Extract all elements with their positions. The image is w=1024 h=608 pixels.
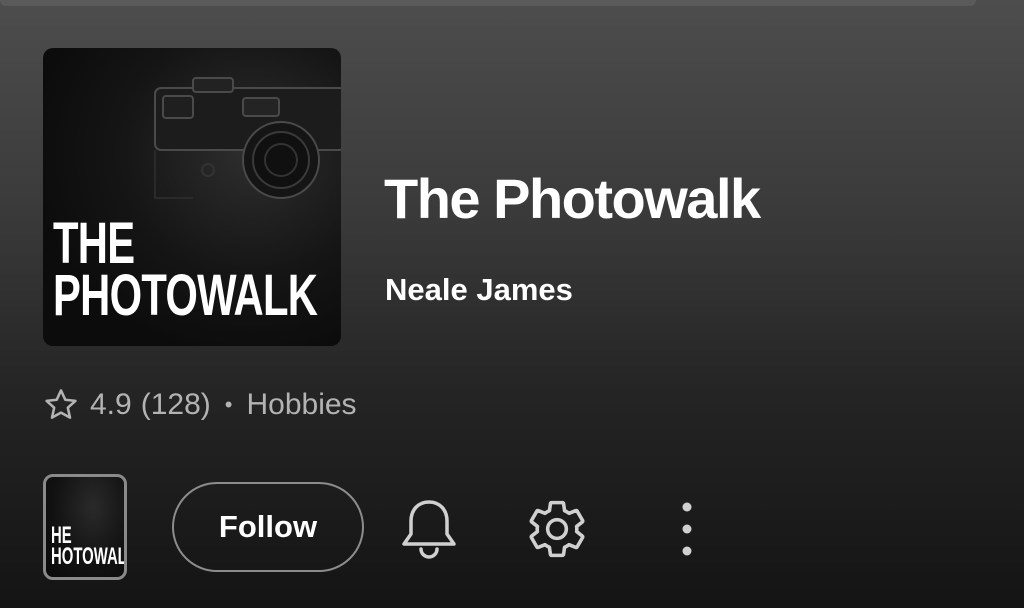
thumb-title-line-2: HOTOWAL [51, 543, 127, 570]
rating-value: 4.9 [90, 388, 132, 421]
category-link[interactable]: Hobbies [246, 388, 356, 422]
episode-thumbnail[interactable]: HE HOTOWAL [43, 474, 127, 580]
top-scroll-bar [0, 0, 976, 6]
settings-button[interactable] [524, 496, 590, 562]
rating-count: (128) [140, 388, 211, 421]
podcast-cover-art: THE PHOTOWALK [43, 48, 341, 346]
thumb-title: HE HOTOWAL [51, 524, 127, 570]
more-options-button[interactable] [670, 496, 704, 562]
cover-title-line-2: PHOTOWALK [53, 263, 318, 328]
gear-icon [529, 500, 585, 558]
follow-button[interactable]: Follow [172, 482, 364, 572]
podcast-title: The Photowalk [384, 167, 761, 230]
notifications-button[interactable] [398, 496, 460, 562]
rating-row: 4.9 (128) • Hobbies [42, 385, 357, 425]
podcast-author-link[interactable]: Neale James [385, 272, 573, 308]
bell-icon [402, 500, 456, 559]
separator-dot: • [224, 392, 233, 417]
cover-title: THE PHOTOWALK [53, 215, 318, 328]
more-vertical-icon [682, 502, 692, 556]
star-icon [45, 389, 77, 419]
